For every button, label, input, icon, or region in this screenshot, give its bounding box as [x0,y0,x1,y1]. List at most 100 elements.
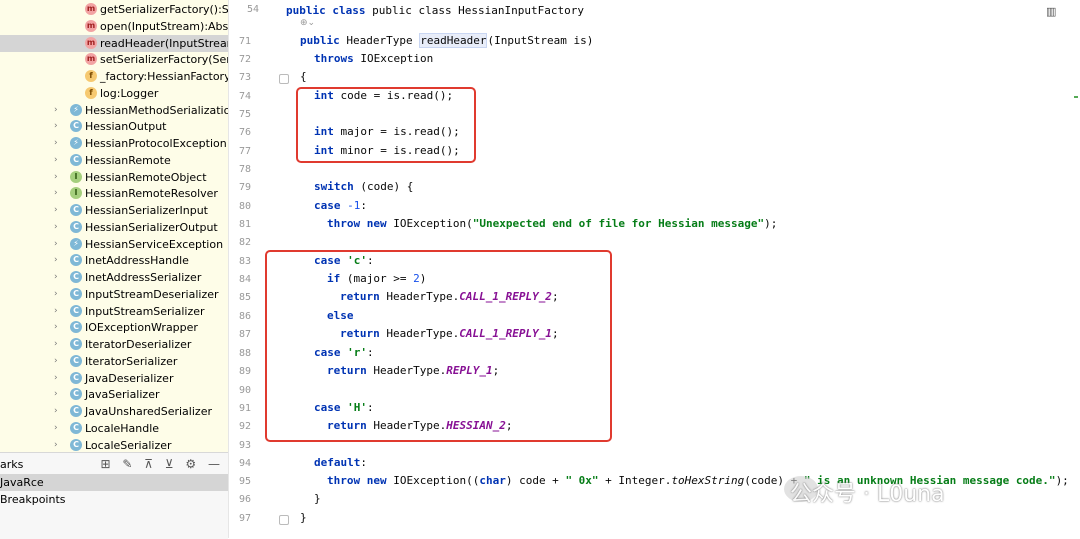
tree-item[interactable]: mopen(InputStream):Abstra [0,18,228,35]
bookmark-item-javarce[interactable]: JavaRce [0,474,228,491]
chevron-right-icon[interactable]: › [54,252,58,269]
bookmark-label: Breakpoints [0,493,66,506]
tree-item[interactable]: › ⚡HessianMethodSerializationE [0,102,228,119]
line-number: 86 [238,311,251,322]
class-icon: C [70,287,82,300]
tree-item-label: IOExceptionWrapper [85,321,198,335]
class-icon: C [70,120,82,133]
exception-class-icon: ⚡ [70,103,82,116]
tree-item-label: HessianOutput [85,120,167,134]
field-icon: f [85,86,97,99]
sticky-text: public class HessianInputFactory [372,4,585,17]
tree-item[interactable]: › C HessianOutput [0,118,228,135]
tree-item[interactable]: › C IteratorDeserializer [0,336,228,353]
line-number: 89 [238,366,251,377]
tree-item-label: JavaUnsharedSerializer [85,405,212,418]
tree-item[interactable]: m readHeader(InputStream) [0,34,228,52]
class-icon: C [70,304,82,317]
field-icon: f [85,70,97,82]
chevron-right-icon[interactable]: › [54,370,58,387]
line-number: 71 [238,36,251,47]
class-icon: C [70,405,82,417]
reader-mode-icon[interactable]: ▥ [1046,5,1056,18]
tree-item[interactable]: › C InetAddressSerializer [0,269,228,286]
tree-item-label: InetAddressSerializer [85,271,202,284]
tree-item[interactable]: › C HessianSerializerOutput [0,219,228,236]
tree-item[interactable]: › C JavaSerializer [0,386,228,403]
chevron-right-icon[interactable]: › [54,269,58,286]
tree-item[interactable]: › ⚡ HessianServiceException [0,236,228,253]
tree-item[interactable]: › C InputStreamSerializer [0,303,228,320]
chevron-right-icon[interactable]: › [54,236,58,253]
chevron-right-icon[interactable]: › [54,169,58,186]
line-number: 81 [238,219,251,230]
tree-item-label: LocaleHandle [85,421,160,435]
class-icon: C [70,354,82,367]
code-line-95: throw new IOException((char) code + " 0x… [327,474,1069,487]
class-icon: C [70,204,82,216]
chevron-right-icon[interactable]: › [54,202,58,219]
class-icon: C [70,153,82,166]
chevron-right-icon[interactable]: › [54,135,58,152]
tree-item-label: JavaDeserializer [85,371,174,385]
chevron-right-icon[interactable]: › [54,353,58,370]
line-number: 84 [238,274,251,285]
tree-item[interactable]: › I HessianRemoteResolver [0,185,228,202]
tree-item-label: open(InputStream):Abstra [100,19,228,33]
chevron-right-icon[interactable]: › [54,437,58,454]
chevron-right-icon[interactable]: › [54,420,58,437]
annotation-box-version-read [296,87,476,163]
tree-item-label: HessianRemote [85,153,171,167]
line-number: 94 [238,458,251,469]
tree-item-label: InputStreamSerializer [85,304,205,318]
line-number: 75 [238,109,251,120]
tree-item[interactable]: › C HessianRemote [0,152,228,169]
class-icon: C [70,220,82,233]
tree-item[interactable]: f _factory:HessianFactory [0,68,228,85]
chevron-right-icon[interactable]: › [54,319,58,336]
line-number: 76 [238,127,251,138]
tree-item[interactable]: › C JavaDeserializer [0,370,228,387]
line-number: 77 [238,146,251,157]
chevron-right-icon[interactable]: › [54,152,58,169]
tree-item[interactable]: › C HessianSerializerInput [0,202,228,219]
tree-item[interactable]: › C InetAddressHandle [0,252,228,269]
chevron-right-icon[interactable]: › [54,185,58,202]
line-number: 83 [238,256,251,267]
tree-item[interactable]: › C LocaleHandle [0,420,228,437]
tree-item-label: readHeader(InputStream) [100,36,228,50]
tree-item[interactable]: › C IOExceptionWrapper [0,319,228,336]
tree-item-label: HessianSerializerInput [85,204,208,217]
tree-item[interactable]: m setSerializerFactory(Seria [0,51,228,68]
tree-item-label: HessianRemoteResolver [85,187,218,201]
tree-item[interactable]: › ⚡ HessianProtocolException [0,135,228,152]
chevron-right-icon[interactable]: › [54,386,58,403]
code-line-73: { [300,70,307,83]
chevron-right-icon[interactable]: › [54,219,58,236]
chevron-right-icon[interactable]: › [54,118,58,135]
tree-item[interactable]: › C LocaleSerializer [0,437,228,454]
bookmark-item-breakpoints[interactable]: Breakpoints [0,491,228,508]
tree-item[interactable]: f log:Logger [0,85,228,102]
chevron-right-icon[interactable]: › [54,336,58,353]
tree-item[interactable]: › I HessianRemoteObject [0,169,228,186]
line-number: 88 [238,348,251,359]
chevron-right-icon[interactable]: › [54,286,58,303]
class-icon: C [70,388,82,401]
tree-item[interactable]: m getSerializerFactory():Ser [0,1,228,18]
bookmarks-toolbar[interactable]: ⊞ ✎ ⊼ ⊻ ⚙ — [100,457,224,471]
line-number: 78 [238,164,251,175]
inlay-hint-icon[interactable]: ⊕⌄ [300,18,315,28]
tree-item[interactable]: › C JavaUnsharedSerializer [0,403,228,420]
tree-item[interactable]: › C InputStreamDeserializer [0,286,228,303]
line-number: 93 [238,440,251,451]
tree-item-label: JavaSerializer [85,388,160,402]
tree-item-label: HessianMethodSerializationE [85,103,228,117]
chevron-right-icon[interactable]: › [54,102,58,119]
line-number: 90 [238,385,251,396]
code-line-96: } [314,492,321,505]
bookmarks-header: arks [0,458,24,471]
chevron-right-icon[interactable]: › [54,303,58,320]
tree-item[interactable]: › C IteratorSerializer [0,353,228,370]
chevron-right-icon[interactable]: › [54,403,58,420]
